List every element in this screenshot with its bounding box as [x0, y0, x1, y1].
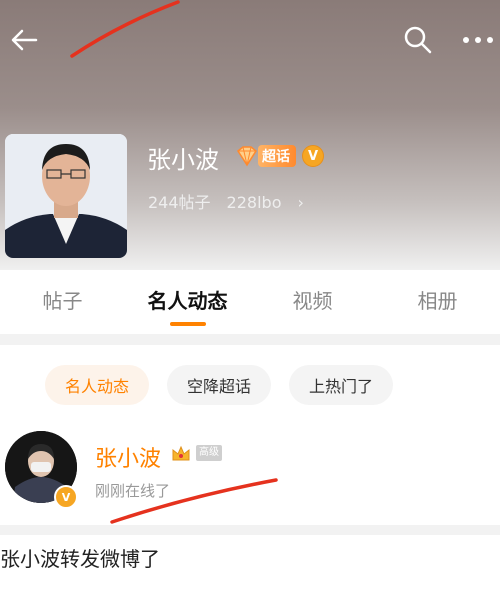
- post-author-name[interactable]: 张小波: [95, 441, 161, 473]
- post-verified-badge: V: [54, 485, 78, 509]
- profile-avatar[interactable]: [5, 134, 127, 258]
- filter-celebrity-updates[interactable]: 名人动态: [45, 365, 150, 405]
- badge-row: 超话 V: [234, 144, 324, 168]
- super-topic-badge[interactable]: 超话: [258, 145, 296, 167]
- post-card[interactable]: V 张小波 高级 刚刚在线了: [0, 425, 500, 525]
- verified-badge: V: [302, 145, 324, 167]
- post-status-text: 刚刚在线了: [95, 482, 171, 500]
- profile-stats[interactable]: 244帖子 228lbo ›: [148, 189, 320, 213]
- chevron-right-icon: ›: [297, 193, 304, 212]
- tab-albums[interactable]: 相册: [375, 270, 500, 334]
- post-level-tag: 高级: [196, 445, 222, 461]
- profile-header: 张小波 超话 V 244帖子 228lbo ›: [0, 0, 500, 270]
- weibo-count[interactable]: 228lbo: [227, 193, 282, 212]
- profile-name: 张小波: [147, 146, 219, 174]
- back-arrow-icon[interactable]: [6, 22, 42, 58]
- repost-text: 张小波转发微博了: [0, 547, 160, 571]
- tab-bar: 帖子 名人动态 视频 相册: [0, 270, 500, 334]
- tab-celebrity-updates[interactable]: 名人动态: [125, 270, 250, 334]
- tab-videos[interactable]: 视频: [250, 270, 375, 334]
- repost-card[interactable]: 张小波转发微博了: [0, 535, 500, 590]
- crown-icon: [172, 445, 190, 461]
- filter-trending[interactable]: 上热门了: [289, 365, 394, 405]
- posts-count[interactable]: 244帖子: [148, 193, 211, 212]
- more-options-icon[interactable]: [458, 22, 498, 58]
- tab-posts[interactable]: 帖子: [0, 270, 125, 334]
- diamond-icon: [237, 146, 257, 167]
- filter-chips: 名人动态 空降超话 上热门了: [0, 345, 500, 425]
- filter-airdrop-topic[interactable]: 空降超话: [167, 365, 272, 405]
- search-icon[interactable]: [400, 22, 436, 58]
